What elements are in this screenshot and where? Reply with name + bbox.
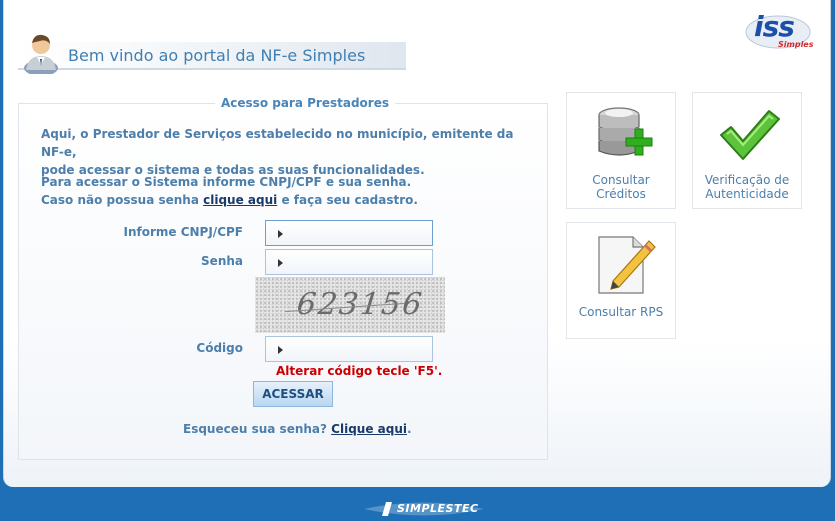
user-avatar-icon <box>24 34 58 74</box>
panel-legend: Acesso para Prestadores <box>215 96 395 110</box>
codigo-input[interactable] <box>265 336 433 362</box>
alter-codigo-hint: Alterar código tecle 'F5'. <box>276 364 443 378</box>
main-page: Bem vindo ao portal da NF-e Simples iss … <box>3 0 831 487</box>
checkmark-icon <box>720 110 780 160</box>
senha-label: Senha <box>201 254 243 268</box>
senha-input[interactable] <box>265 249 433 275</box>
database-add-icon <box>598 107 653 156</box>
codigo-arrow-icon <box>278 346 283 354</box>
tile-verificacao-autenticidade[interactable]: Verificação de Autenticidade <box>692 92 802 209</box>
codigo-label: Código <box>196 341 243 355</box>
tile-verificacao-label: Verificação de Autenticidade <box>704 173 790 201</box>
instructions-text: Para acessar o Sistema informe CNPJ/CPF … <box>41 175 418 207</box>
cnpj-arrow-icon <box>278 230 283 238</box>
intro-text: Aqui, o Prestador de Serviços estabeleci… <box>41 127 514 177</box>
tile-consultar-rps[interactable]: Consultar RPS <box>566 222 676 339</box>
cnpj-input[interactable] <box>265 220 433 246</box>
cnpj-label: Informe CNPJ/CPF <box>123 225 243 239</box>
welcome-title: Bem vindo ao portal da NF-e Simples <box>68 46 366 65</box>
tile-consultar-rps-label: Consultar RPS <box>578 305 664 319</box>
forgot-password: Esqueceu sua senha? Clique aqui. <box>183 422 412 436</box>
simplestec-footer-logo: SIMPLESTEC <box>364 498 484 520</box>
captcha-image: 623156 <box>255 277 445 333</box>
forgot-password-link[interactable]: Clique aqui <box>331 422 407 436</box>
login-panel: Acesso para Prestadores Aqui, o Prestado… <box>18 96 548 460</box>
tile-consultar-creditos-label: Consultar Créditos <box>592 173 650 201</box>
iss-simples-logo: iss Simples <box>742 8 814 52</box>
acessar-button[interactable]: ACESSAR <box>253 381 333 407</box>
document-pencil-icon <box>598 236 656 294</box>
tile-consultar-creditos[interactable]: Consultar Créditos <box>566 92 676 209</box>
register-link[interactable]: clique aqui <box>203 193 277 207</box>
senha-arrow-icon <box>278 259 283 267</box>
